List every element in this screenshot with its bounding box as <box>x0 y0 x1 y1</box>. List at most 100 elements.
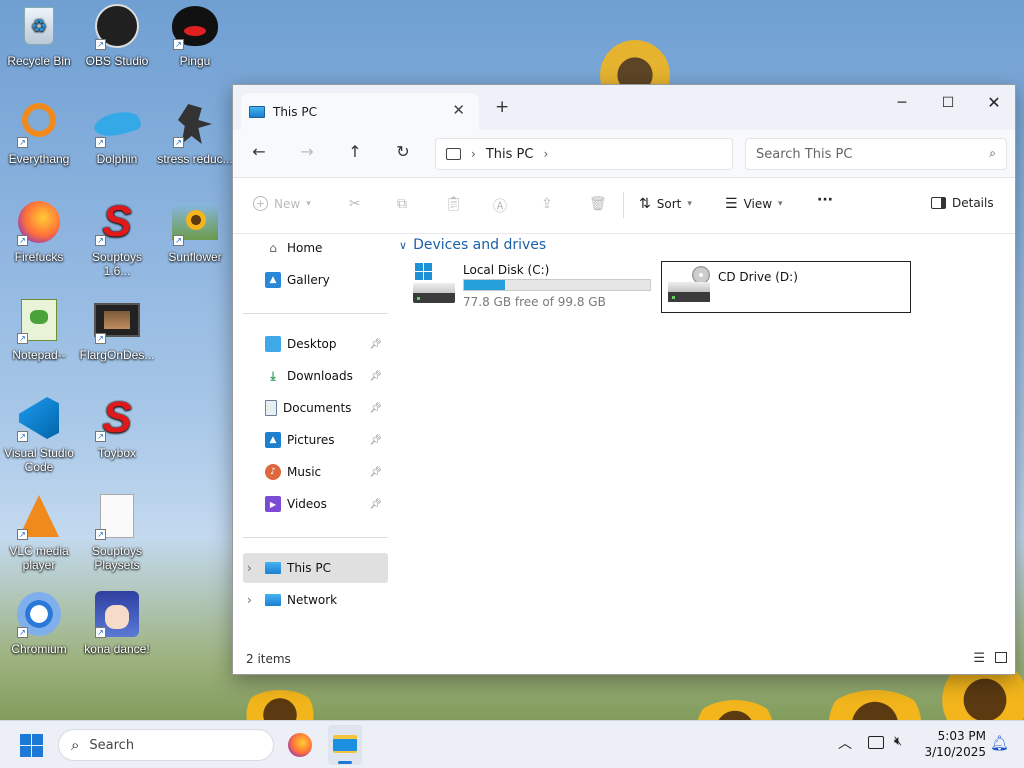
desktop-icon[interactable]: ♻ Recycle Bin <box>0 2 78 68</box>
maximize-button[interactable]: ☐ <box>925 89 971 117</box>
desktop-icon-label: stress reduc... <box>157 152 233 166</box>
sidebar-item-videos[interactable]: ▶ Videos 📌︎ <box>243 489 388 519</box>
chevron-right-icon[interactable]: › <box>543 147 548 161</box>
desktop-icon[interactable]: ↗ Sunflower <box>156 198 234 264</box>
copy-icon[interactable]: ⧉ <box>397 196 407 212</box>
refresh-button[interactable]: ↻ <box>391 142 415 161</box>
chevron-down-icon: ▾ <box>778 199 783 209</box>
sidebar-item-label: Home <box>287 241 323 255</box>
tab-this-pc[interactable]: This PC ✕ <box>241 93 479 130</box>
desktop-icon[interactable]: ↗ Everythang <box>0 100 78 166</box>
recycle-bin-icon: ♻ <box>15 2 63 50</box>
notification-bell-icon[interactable]: 🔔︎ <box>990 734 1009 752</box>
pin-icon[interactable]: 📌︎ <box>369 467 382 478</box>
sidebar-item-music[interactable]: ♪ Music 📌︎ <box>243 457 388 487</box>
desktop-icon[interactable]: ↗ Chromium <box>0 590 78 656</box>
desktop-icon[interactable]: ↗ Visual Studio Code <box>0 394 78 474</box>
pin-icon[interactable]: 📌︎ <box>369 371 382 382</box>
desktop-icon-label: Recycle Bin <box>7 54 71 68</box>
network-status-icon[interactable] <box>868 736 884 749</box>
sidebar-item-downloads[interactable]: ⤓ Downloads 📌︎ <box>243 361 388 391</box>
sidebar-item-documents[interactable]: Documents 📌︎ <box>243 393 388 423</box>
sidebar-item-desktop[interactable]: Desktop 📌︎ <box>243 329 388 359</box>
sort-button[interactable]: ⇅ Sort ▾ <box>639 196 692 212</box>
clock[interactable]: 5:03 PM 3/10/2025 <box>920 728 986 760</box>
close-tab-icon[interactable]: ✕ <box>452 101 465 119</box>
shortcut-arrow-icon: ↗ <box>17 627 28 638</box>
search-input[interactable]: Search This PC ⌕ <box>745 138 1007 170</box>
desktop-icon[interactable]: ↗ OBS Studio <box>78 2 156 68</box>
divider <box>243 313 388 314</box>
chromium-icon: ↗ <box>15 590 63 638</box>
back-button[interactable]: ← <box>247 142 271 161</box>
pin-icon[interactable]: 📌︎ <box>369 435 382 446</box>
new-button[interactable]: + New ▾ <box>253 196 311 211</box>
close-window-button[interactable]: ✕ <box>971 89 1015 117</box>
up-button[interactable]: ↑ <box>343 142 367 161</box>
paste-icon[interactable]: 📋︎ <box>445 196 463 212</box>
shortcut-arrow-icon: ↗ <box>173 235 184 246</box>
search-icon: ⌕ <box>989 146 996 160</box>
details-view-icon[interactable]: ☰ <box>973 651 985 666</box>
sidebar-item-home[interactable]: ⌂ Home <box>243 233 388 263</box>
videos-icon: ▶ <box>265 496 281 512</box>
pin-icon[interactable]: 📌︎ <box>369 403 382 414</box>
shortcut-arrow-icon: ↗ <box>17 529 28 540</box>
sidebar-item-this-pc[interactable]: › This PC <box>243 553 388 583</box>
desktop-icon[interactable]: ↗ Souptoys Playsets <box>78 492 156 572</box>
forward-button[interactable]: → <box>295 142 319 161</box>
cut-icon[interactable]: ✂ <box>349 196 361 212</box>
search-icon: ⌕ <box>71 736 80 754</box>
file-explorer-taskbar-icon[interactable] <box>328 725 362 765</box>
pin-icon[interactable]: 📌︎ <box>369 499 382 510</box>
shortcut-arrow-icon: ↗ <box>95 137 106 148</box>
view-button[interactable]: ☰ View ▾ <box>725 196 783 212</box>
firefox-taskbar-icon[interactable] <box>288 733 312 757</box>
section-header[interactable]: ∨ Devices and drives <box>399 237 546 253</box>
chevron-right-icon[interactable]: › <box>247 593 252 607</box>
shortcut-arrow-icon: ↗ <box>17 431 28 442</box>
computer-icon <box>446 148 461 160</box>
desktop-icon[interactable]: ↗ Notepad-- <box>0 296 78 362</box>
drive-local-disk[interactable]: Local Disk (C:) 77.8 GB free of 99.8 GB <box>409 261 655 311</box>
chevron-right-icon[interactable]: › <box>247 561 252 575</box>
view-label: View <box>743 197 773 211</box>
desktop-icon[interactable]: S ↗ Toybox <box>78 394 156 460</box>
taskbar-search[interactable]: ⌕ Search <box>58 729 274 761</box>
details-button[interactable]: Details <box>931 196 994 210</box>
minimize-button[interactable]: ─ <box>879 89 925 117</box>
sidebar-item-label: Gallery <box>287 273 330 287</box>
desktop-icon[interactable]: ↗ Firefucks <box>0 198 78 264</box>
desktop-icon[interactable]: ↗ kona dance! <box>78 590 156 656</box>
sidebar-item-pictures[interactable]: ▲ Pictures 📌︎ <box>243 425 388 455</box>
tiles-view-icon[interactable] <box>995 652 1007 663</box>
desktop-icon[interactable]: ↗ FlargOnDes... <box>78 296 156 362</box>
drive-usage-bar <box>463 279 651 291</box>
new-tab-button[interactable]: + <box>495 97 509 117</box>
drive-cd[interactable]: CD Drive (D:) <box>661 261 911 313</box>
sidebar-item-label: Downloads <box>287 369 353 383</box>
share-icon[interactable]: ⇪ <box>541 196 553 212</box>
pin-icon[interactable]: 📌︎ <box>369 339 382 350</box>
breadcrumb-this-pc[interactable]: This PC <box>486 147 534 162</box>
home-icon: ⌂ <box>269 241 277 255</box>
shortcut-arrow-icon: ↗ <box>17 235 28 246</box>
file-icon: ↗ <box>93 492 141 540</box>
desktop-icon[interactable]: ↗ Pingu <box>156 2 234 68</box>
rename-icon[interactable]: Ⓐ <box>493 196 507 216</box>
drive-name: CD Drive (D:) <box>718 270 798 284</box>
desktop-icon[interactable]: ↗ stress reduc... <box>156 100 234 166</box>
start-button[interactable] <box>20 734 44 758</box>
sidebar-item-gallery[interactable]: ▲ Gallery <box>243 265 388 295</box>
volume-icon[interactable]: 🔇︎ <box>894 734 902 749</box>
chevron-up-icon[interactable]: ︿ <box>838 733 852 753</box>
breadcrumb[interactable]: › This PC › <box>435 138 733 170</box>
delete-icon[interactable]: 🗑︎ <box>589 196 607 212</box>
desktop-icon[interactable]: S ↗ Souptoys 1.6... <box>78 198 156 279</box>
taskbar: ⌕ Search ︿ 🔇︎ 5:03 PM 3/10/2025 🔔︎ <box>0 720 1024 768</box>
desktop-icon[interactable]: ↗ VLC media player <box>0 492 78 572</box>
sidebar-item-network[interactable]: › Network <box>243 585 388 615</box>
shortcut-arrow-icon: ↗ <box>95 627 106 638</box>
more-options-button[interactable]: ··· <box>817 192 833 208</box>
desktop-icon[interactable]: ↗ Dolphin <box>78 100 156 166</box>
